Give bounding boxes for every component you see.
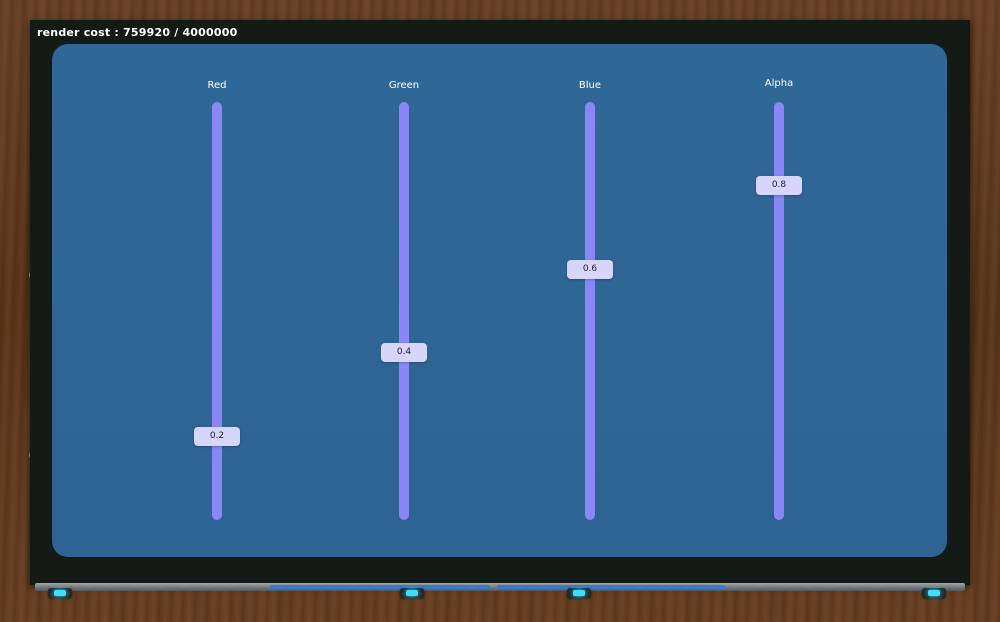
slider-alpha-thumb[interactable]: 0.8 (756, 176, 802, 196)
base-light-strip (270, 585, 490, 589)
indicator-light-icon (48, 588, 72, 598)
slider-alpha-label: Alpha (764, 78, 794, 89)
slider-green-label: Green (388, 80, 420, 91)
slider-green: Green 0.4 (344, 44, 464, 557)
slider-blue-track[interactable] (585, 102, 595, 520)
slider-red-thumb[interactable]: 0.2 (194, 426, 240, 446)
base-light-strip (497, 585, 725, 589)
slider-green-track[interactable] (399, 102, 409, 520)
indicator-light-icon (567, 588, 591, 598)
slider-blue: Blue 0.6 (530, 44, 650, 557)
indicator-light-icon (400, 588, 424, 598)
color-slider-panel: Red 0.2 Green 0.4 Blue 0.6 Alpha 0.8 (52, 44, 947, 557)
slider-red: Red 0.2 (157, 44, 277, 557)
slider-red-label: Red (207, 80, 227, 91)
indicator-light-icon (922, 588, 946, 598)
slider-blue-thumb[interactable]: 0.6 (567, 259, 613, 279)
slider-alpha-track[interactable] (774, 102, 784, 520)
slider-red-track[interactable] (212, 102, 222, 520)
slider-alpha: Alpha 0.8 (719, 44, 839, 557)
slider-green-thumb[interactable]: 0.4 (381, 343, 427, 363)
slider-blue-label: Blue (578, 80, 602, 91)
render-cost-label: render cost : 759920 / 4000000 (37, 26, 238, 39)
